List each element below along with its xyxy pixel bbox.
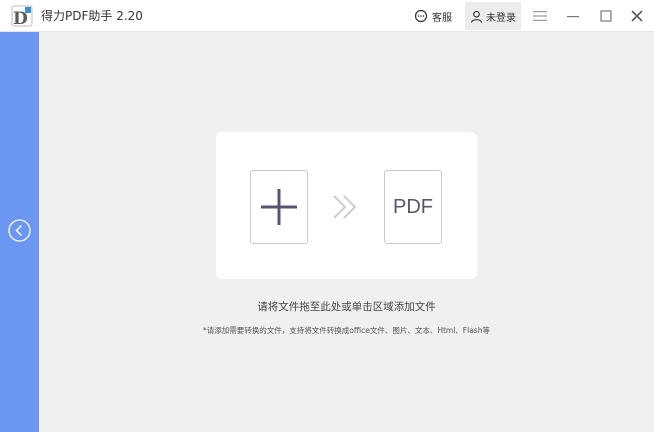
file-drop-area[interactable]: PDF bbox=[216, 132, 477, 279]
left-sidebar bbox=[0, 32, 39, 432]
minimize-button[interactable] bbox=[563, 6, 583, 26]
login-button[interactable]: 未登录 bbox=[465, 2, 521, 30]
app-title: 得力PDF助手 2.20 bbox=[41, 9, 143, 23]
maximize-icon bbox=[600, 10, 612, 22]
double-chevron-right-icon bbox=[333, 195, 357, 219]
customer-service-label: 客服 bbox=[432, 12, 452, 24]
plus-icon bbox=[261, 189, 297, 225]
pdf-target-label: PDF bbox=[393, 195, 433, 218]
menu-button[interactable] bbox=[530, 6, 550, 26]
app-logo-icon: D bbox=[11, 5, 33, 27]
customer-service-button[interactable]: 客服 bbox=[414, 7, 452, 25]
minimize-icon bbox=[567, 16, 579, 18]
title-bar: D 得力PDF助手 2.20 客服 未登录 bbox=[0, 0, 654, 32]
close-button[interactable] bbox=[627, 6, 647, 26]
chevron-left-circle-icon[interactable] bbox=[8, 219, 31, 242]
close-icon bbox=[631, 10, 643, 22]
hamburger-menu-icon bbox=[533, 11, 547, 21]
user-icon bbox=[470, 10, 483, 23]
chat-bubble-icon bbox=[414, 9, 428, 23]
pdf-target-box: PDF bbox=[384, 170, 442, 244]
drop-hint-text: 请将文件拖至此处或单击区域添加文件 bbox=[257, 301, 436, 313]
login-label: 未登录 bbox=[486, 12, 516, 24]
add-file-box[interactable] bbox=[250, 170, 308, 244]
maximize-button[interactable] bbox=[596, 6, 616, 26]
supported-formats-note: *请添加需要转换的文件，支持将文件转换成office文件、图片、文本、Html、… bbox=[203, 326, 490, 335]
